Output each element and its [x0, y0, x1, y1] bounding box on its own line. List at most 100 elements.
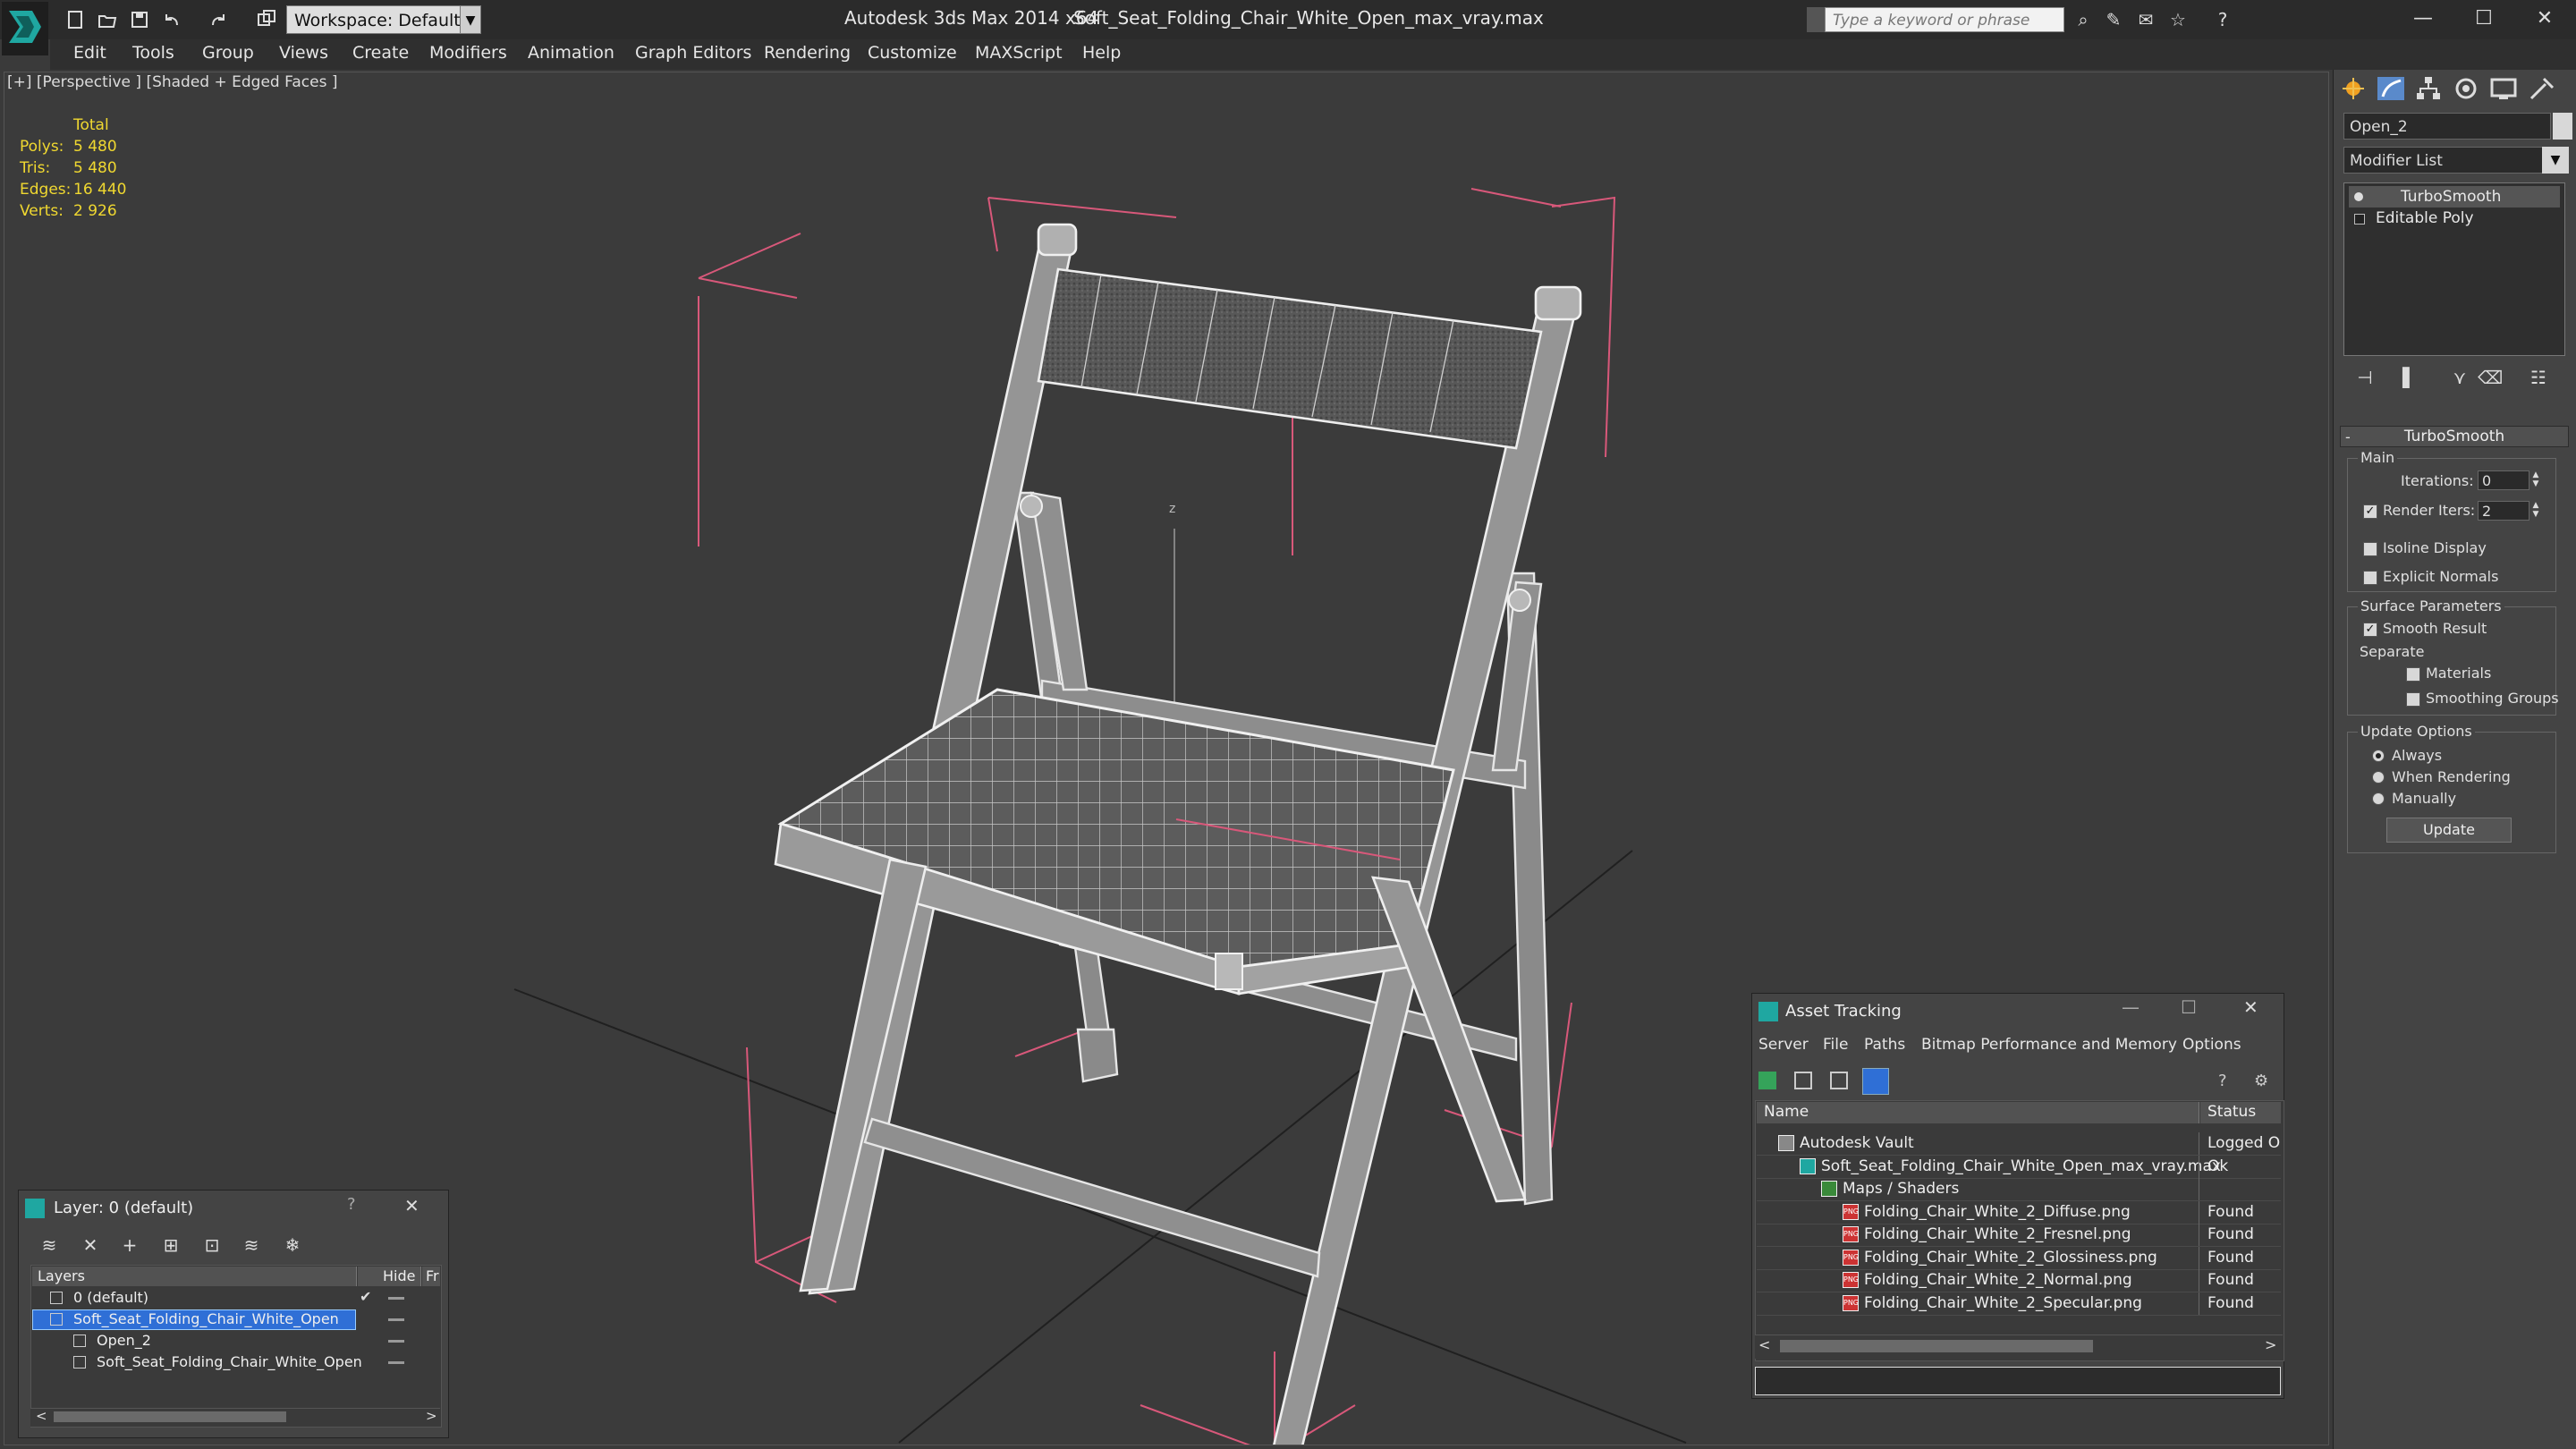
- scrollbar-thumb[interactable]: [1780, 1340, 2093, 1352]
- object-color-swatch[interactable]: [2553, 113, 2572, 140]
- menu-create[interactable]: Create: [352, 43, 409, 63]
- isoline-display-checkbox[interactable]: [2363, 542, 2377, 556]
- modify-tab-icon[interactable]: [2376, 75, 2406, 102]
- new-layer-icon[interactable]: ≋: [38, 1234, 61, 1256]
- asset-menu-paths[interactable]: Paths: [1864, 1036, 1905, 1054]
- hide-toggle-icon[interactable]: [388, 1361, 404, 1364]
- display-tab-icon[interactable]: [2488, 75, 2519, 102]
- open-file-icon[interactable]: [97, 9, 118, 30]
- help-button[interactable]: ?: [347, 1195, 356, 1214]
- minimize-button[interactable]: —: [2394, 0, 2453, 39]
- redo-icon[interactable]: [208, 9, 229, 30]
- close-button[interactable]: ✕: [2515, 0, 2574, 39]
- select-objects-icon[interactable]: ⊞: [159, 1234, 182, 1256]
- detail-view-icon[interactable]: [1830, 1072, 1848, 1089]
- freeze-all-layers-icon[interactable]: ❄: [281, 1234, 304, 1256]
- asset-menu-options[interactable]: Options: [2182, 1036, 2241, 1054]
- maximize-button[interactable]: ☐: [2454, 0, 2513, 39]
- binoculars-icon[interactable]: ⌕: [2072, 9, 2095, 30]
- asset-path-field[interactable]: [1755, 1367, 2281, 1395]
- iterations-spinner[interactable]: 0: [2478, 470, 2529, 490]
- spinner-arrows-icon[interactable]: ▲ ▼: [2529, 470, 2542, 490]
- make-unique-icon[interactable]: ⋎: [2447, 365, 2472, 390]
- rollout-collapse-icon[interactable]: -: [2345, 428, 2351, 445]
- help-icon[interactable]: ?: [2211, 9, 2234, 30]
- add-to-layer-icon[interactable]: +: [118, 1234, 141, 1256]
- hide-toggle-icon[interactable]: [388, 1297, 404, 1300]
- delete-layer-icon[interactable]: ✕: [79, 1234, 102, 1256]
- stack-item-editable-poly[interactable]: Editable Poly: [2349, 208, 2560, 229]
- chevron-down-icon[interactable]: ▼: [460, 5, 481, 34]
- list-view-icon[interactable]: [1794, 1072, 1812, 1089]
- motion-tab-icon[interactable]: [2451, 75, 2481, 102]
- minimize-button[interactable]: —: [2122, 996, 2140, 1018]
- pin-stack-icon[interactable]: ⊣: [2352, 365, 2377, 390]
- stack-item-turbosmooth[interactable]: TurboSmooth: [2349, 186, 2560, 208]
- column-header-name[interactable]: [1757, 1102, 2199, 1123]
- menu-group[interactable]: Group: [202, 43, 254, 63]
- subscription-icon[interactable]: ✎: [2102, 9, 2125, 30]
- help-icon[interactable]: ?: [2218, 1072, 2236, 1090]
- rollout-turbosmooth[interactable]: TurboSmooth: [2340, 426, 2569, 447]
- close-button[interactable]: ✕: [404, 1195, 419, 1216]
- smoothing-groups-checkbox[interactable]: [2406, 692, 2420, 707]
- manually-radio[interactable]: [2372, 792, 2385, 805]
- menu-help[interactable]: Help: [1082, 43, 1121, 63]
- chevron-left-icon[interactable]: <: [1758, 1336, 1770, 1353]
- menu-modifiers[interactable]: Modifiers: [429, 43, 507, 63]
- show-end-result-icon[interactable]: ▌: [2397, 365, 2422, 390]
- favorites-star-icon[interactable]: ☆: [2166, 9, 2190, 30]
- spinner-arrows-icon[interactable]: ▲ ▼: [2529, 501, 2542, 521]
- asset-menu-file[interactable]: File: [1823, 1036, 1848, 1054]
- chevron-right-icon[interactable]: >: [2265, 1336, 2276, 1353]
- close-button[interactable]: ✕: [2243, 996, 2258, 1018]
- modifier-list-dropdown[interactable]: Modifier List: [2343, 147, 2553, 174]
- menu-rendering[interactable]: Rendering: [764, 43, 851, 63]
- configure-modifier-sets-icon[interactable]: ☷: [2526, 365, 2551, 390]
- menu-views[interactable]: Views: [279, 43, 328, 63]
- create-tab-icon[interactable]: [2338, 75, 2368, 102]
- chevron-right-icon[interactable]: >: [426, 1408, 437, 1424]
- remove-modifier-icon[interactable]: ⌫: [2478, 365, 2503, 390]
- expand-box-icon[interactable]: [2354, 214, 2365, 225]
- object-name-field[interactable]: Open_2: [2343, 113, 2551, 140]
- hide-all-layers-icon[interactable]: ≋: [240, 1234, 263, 1256]
- render-iters-spinner[interactable]: 2: [2478, 501, 2529, 521]
- refresh-icon[interactable]: [1758, 1072, 1776, 1089]
- search-input[interactable]: Type a keyword or phrase: [1825, 7, 2064, 32]
- menu-tools[interactable]: Tools: [132, 43, 174, 63]
- hide-toggle-icon[interactable]: [388, 1318, 404, 1321]
- workspace-select[interactable]: Workspace: Default: [286, 5, 478, 34]
- communication-center-icon[interactable]: ✉: [2134, 9, 2157, 30]
- update-button[interactable]: Update: [2386, 818, 2512, 843]
- viewport-label[interactable]: [+] [Perspective ] [Shaded + Edged Faces…: [7, 73, 337, 91]
- search-expand-icon[interactable]: [1807, 7, 1825, 32]
- hierarchy-tab-icon[interactable]: [2413, 75, 2444, 102]
- always-radio[interactable]: [2372, 750, 2385, 762]
- menu-animation[interactable]: Animation: [528, 43, 614, 63]
- asset-menu-bitmap-performance[interactable]: Bitmap Performance and Memory: [1921, 1036, 2177, 1054]
- menu-maxscript[interactable]: MAXScript: [975, 43, 1063, 63]
- highlight-layer-icon[interactable]: ⊡: [200, 1234, 224, 1256]
- app-menu-button[interactable]: [2, 2, 48, 55]
- asset-menu-server[interactable]: Server: [1758, 1036, 1809, 1054]
- chevron-down-icon[interactable]: ▼: [2542, 147, 2569, 174]
- explicit-normals-checkbox[interactable]: [2363, 571, 2377, 585]
- utilities-tab-icon[interactable]: [2526, 75, 2556, 102]
- table-view-icon[interactable]: [1862, 1068, 1889, 1095]
- hide-toggle-icon[interactable]: [388, 1340, 404, 1343]
- menu-edit[interactable]: Edit: [73, 43, 106, 63]
- maximize-button[interactable]: ☐: [2181, 996, 2197, 1018]
- save-file-icon[interactable]: [129, 9, 150, 30]
- smooth-result-checkbox[interactable]: ✓: [2363, 623, 2377, 637]
- materials-checkbox[interactable]: [2406, 667, 2420, 682]
- project-folder-icon[interactable]: [256, 9, 277, 30]
- menu-graph-editors[interactable]: Graph Editors: [635, 43, 751, 63]
- scrollbar-thumb[interactable]: [54, 1411, 286, 1422]
- vault-settings-icon[interactable]: ⚙: [2254, 1072, 2272, 1090]
- new-file-icon[interactable]: [64, 9, 86, 30]
- when-rendering-radio[interactable]: [2372, 771, 2385, 784]
- chevron-left-icon[interactable]: <: [36, 1408, 47, 1424]
- undo-icon[interactable]: [161, 9, 182, 30]
- render-iters-checkbox[interactable]: ✓: [2363, 504, 2377, 519]
